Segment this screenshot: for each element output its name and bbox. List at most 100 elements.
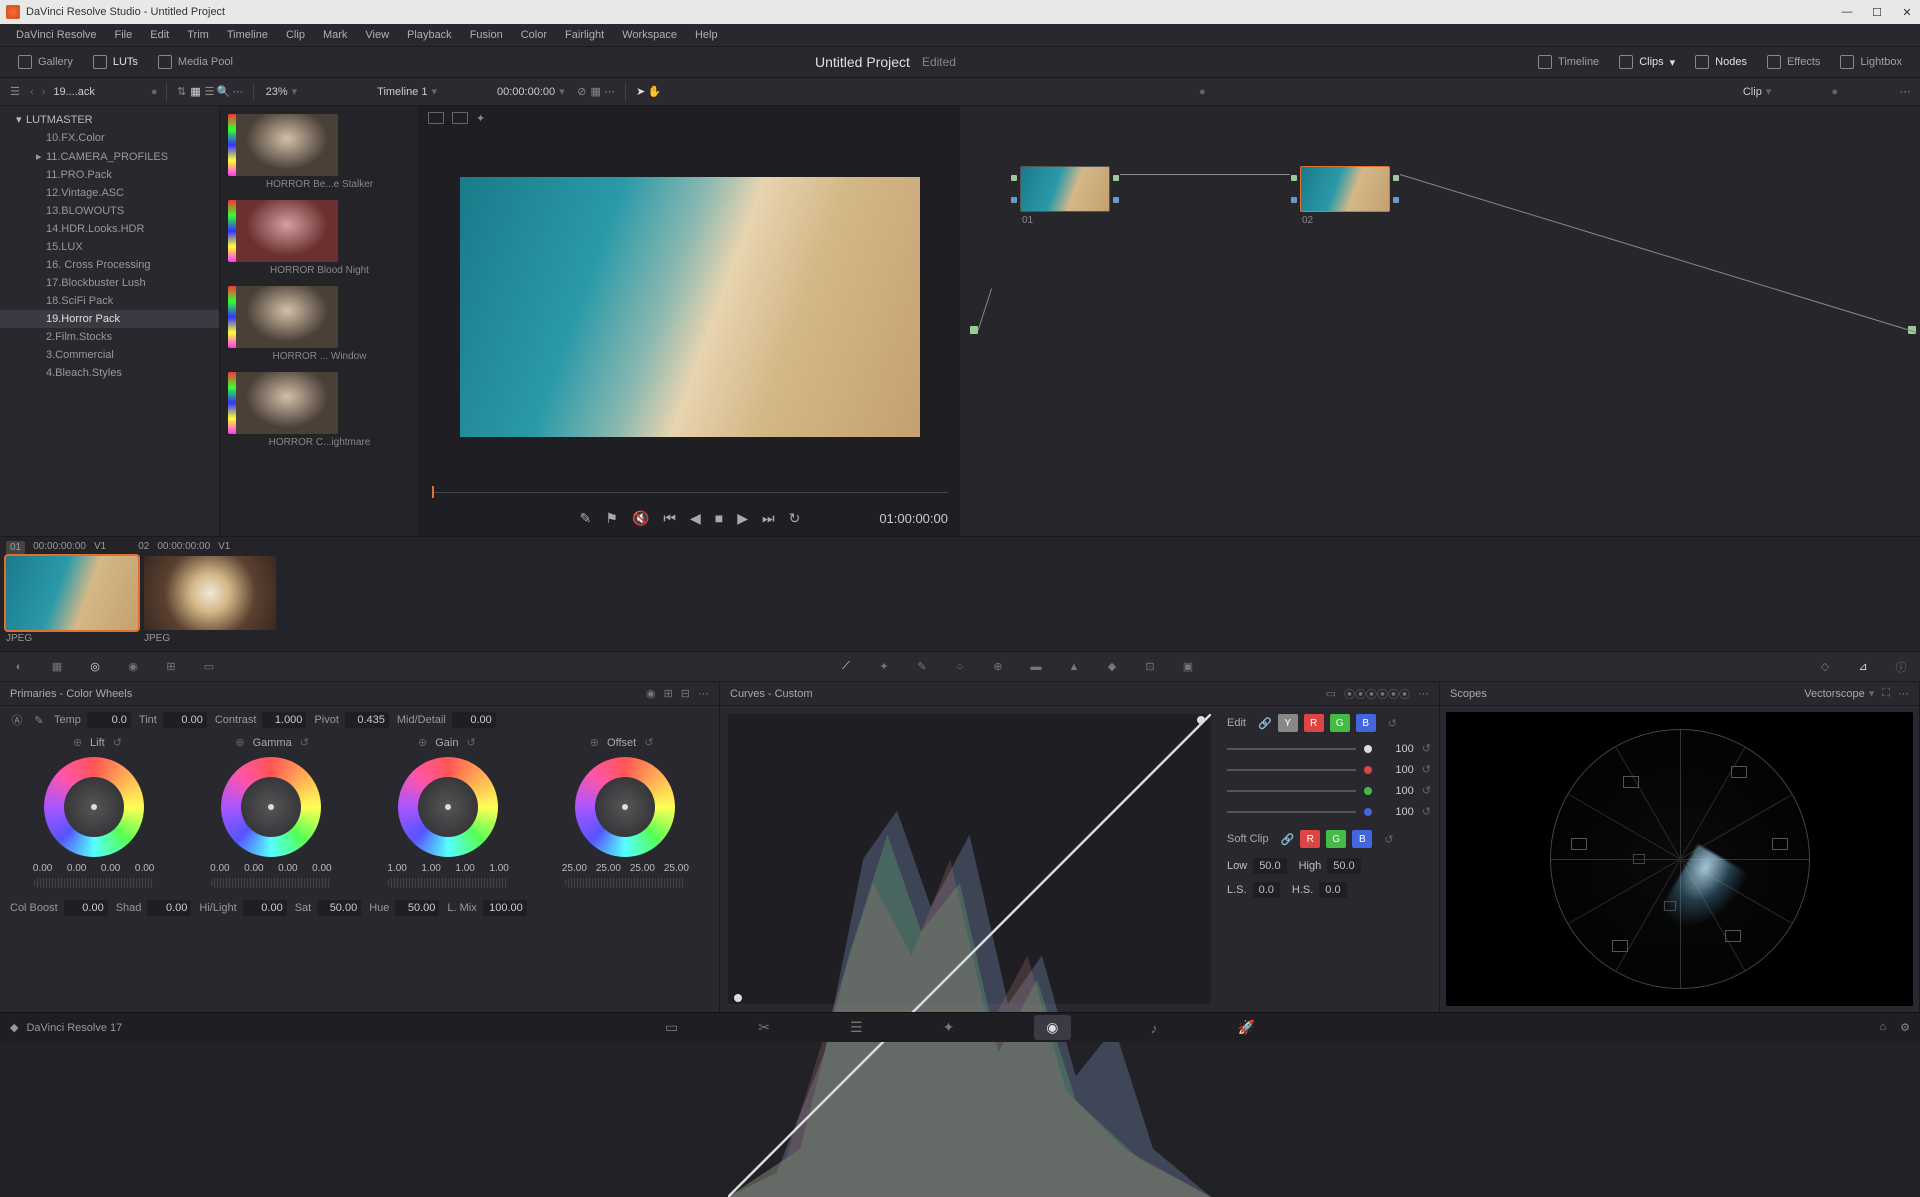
tree-item[interactable]: 11.PRO.Pack (0, 166, 219, 184)
menu-playback[interactable]: Playback (399, 27, 460, 43)
ch-g-button[interactable]: G (1330, 714, 1350, 732)
wheel-picker-icon[interactable]: ⊕ (418, 736, 427, 749)
softclip-hs-input[interactable]: 0.0 (1319, 882, 1346, 898)
scrub-bar[interactable] (432, 484, 948, 500)
primaries-mode3-icon[interactable]: ⊟ (681, 687, 690, 700)
view-rect2-icon[interactable] (452, 112, 468, 124)
menu-help[interactable]: Help (687, 27, 726, 43)
wheel-picker-icon[interactable]: ⊕ (590, 736, 599, 749)
temp-input[interactable]: 0.0 (87, 712, 131, 728)
list-view-icon[interactable]: ☰ (203, 85, 217, 99)
tree-item[interactable]: 18.SciFi Pack (0, 292, 219, 310)
node-01[interactable]: 01 (1020, 166, 1110, 226)
color-match-icon[interactable]: ▦ (48, 658, 66, 676)
wheel-reset-icon[interactable]: ↺ (300, 736, 309, 749)
sc-r-button[interactable]: R (1300, 830, 1320, 848)
tree-item[interactable]: 10.FX.Color (0, 129, 219, 147)
wheel-lift[interactable]: 0.000.000.000.00 (10, 757, 177, 888)
sc-reset-icon[interactable]: ↺ (1384, 833, 1393, 846)
mode-selector[interactable]: Clip (1743, 86, 1762, 98)
step-back-button[interactable]: ◀ (690, 510, 701, 527)
home-icon[interactable]: ⌂ (1879, 1021, 1886, 1034)
node-graph[interactable]: 01 02 (960, 106, 1920, 536)
fusion-page-icon[interactable]: ✦ (943, 1019, 955, 1036)
hand-icon[interactable]: ✋ (648, 85, 662, 99)
qualifier-icon[interactable]: ✎ (913, 658, 931, 676)
effects-button[interactable]: Effects (1757, 51, 1830, 73)
adj-shad-input[interactable]: 0.00 (147, 900, 191, 916)
wheel-reset-icon[interactable]: ↺ (644, 736, 653, 749)
deliver-page-icon[interactable]: 🚀 (1238, 1019, 1255, 1036)
wheel-offset[interactable]: 25.0025.0025.0025.00 (542, 757, 709, 888)
3d-icon[interactable]: ▣ (1179, 658, 1197, 676)
viewer-image[interactable] (460, 177, 920, 437)
minimize-button[interactable]: — (1840, 5, 1854, 19)
curves-dots-icon[interactable]: ⦿⦿⦿⦿⦿⦿ (1344, 686, 1410, 702)
curve-intensity-slider[interactable]: 100↺ (1227, 763, 1431, 776)
tree-item[interactable]: 16. Cross Processing (0, 256, 219, 274)
wheels-icon[interactable]: ◎ (86, 658, 104, 676)
middetail-input[interactable]: 0.00 (452, 712, 496, 728)
timeline-button[interactable]: Timeline (1528, 51, 1609, 73)
softclip-ls-input[interactable]: 0.0 (1253, 882, 1280, 898)
curves-more-icon[interactable]: ⋯ (1418, 687, 1429, 700)
hdr-icon[interactable]: ◉ (124, 658, 142, 676)
cut-page-icon[interactable]: ✂ (758, 1019, 770, 1036)
wheel-gain[interactable]: 1.001.001.001.00 (365, 757, 532, 888)
timeline-selector[interactable]: Timeline 1 (377, 86, 427, 98)
contrast-input[interactable]: 1.000 (262, 712, 306, 728)
curves-mode-icon[interactable]: ▭ (1326, 687, 1336, 700)
tint-input[interactable]: 0.00 (163, 712, 207, 728)
loop-button[interactable]: ↻ (789, 510, 801, 527)
menu-davinciresolve[interactable]: DaVinci Resolve (8, 27, 105, 43)
clip-02[interactable]: JPEG (144, 556, 276, 644)
zoom-level[interactable]: 23% (266, 86, 288, 98)
primaries-more-icon[interactable]: ⋯ (698, 687, 709, 700)
sc-b-button[interactable]: B (1352, 830, 1372, 848)
menu-clip[interactable]: Clip (278, 27, 313, 43)
menu-mark[interactable]: Mark (315, 27, 355, 43)
lut-item[interactable]: HORROR Be...e Stalker (228, 114, 411, 190)
scope-more-icon[interactable]: ⋯ (1898, 687, 1909, 700)
ch-r-button[interactable]: R (1304, 714, 1324, 732)
more3-icon[interactable]: ⋯ (1898, 85, 1912, 99)
timecode[interactable]: 00:00:00:00 (497, 86, 555, 98)
clips-button[interactable]: Clips ▾ (1609, 51, 1685, 73)
prev-clip-button[interactable]: ⏮ (663, 510, 676, 527)
curves-icon[interactable]: ⟋ (837, 658, 855, 676)
tree-item[interactable]: 4.Bleach.Styles (0, 364, 219, 382)
menu-file[interactable]: File (107, 27, 141, 43)
wheel-picker-icon[interactable]: ⊕ (73, 736, 82, 749)
view-rect1-icon[interactable] (428, 112, 444, 124)
wheel-reset-icon[interactable]: ↺ (467, 736, 476, 749)
expand-icon[interactable]: ☰ (8, 85, 22, 99)
rgb-mixer-icon[interactable]: ⊞ (162, 658, 180, 676)
curve-editor[interactable] (728, 714, 1211, 1004)
pointer-icon[interactable]: ➤ (634, 85, 648, 99)
menu-color[interactable]: Color (513, 27, 555, 43)
menu-timeline[interactable]: Timeline (219, 27, 276, 43)
tree-item[interactable]: ▸11.CAMERA_PROFILES (0, 147, 219, 166)
gallery-button[interactable]: Gallery (8, 51, 83, 73)
scope-expand-icon[interactable]: ⛶ (1882, 687, 1890, 700)
sort-icon[interactable]: ⇅ (175, 85, 189, 99)
motion-icon[interactable]: ▭ (200, 658, 218, 676)
sizing-icon[interactable]: ⊡ (1141, 658, 1159, 676)
wheel-picker-icon[interactable]: ⊕ (235, 736, 244, 749)
clip-01[interactable]: JPEG (6, 556, 138, 644)
grid-icon[interactable]: ▦ (589, 85, 603, 99)
settings-icon[interactable]: ⚙ (1900, 1021, 1910, 1034)
grid-view-icon[interactable]: ▦ (189, 85, 203, 99)
more2-icon[interactable]: ⋯ (603, 85, 617, 99)
menu-trim[interactable]: Trim (179, 27, 217, 43)
curve-intensity-slider[interactable]: 100↺ (1227, 742, 1431, 755)
edit-page-icon[interactable]: ☰ (850, 1019, 863, 1036)
lightbox-button[interactable]: Lightbox (1830, 51, 1912, 73)
magic-mask-icon[interactable]: ▬ (1027, 658, 1045, 676)
key-icon[interactable]: ◆ (1103, 658, 1121, 676)
lut-item[interactable]: HORROR ... Window (228, 286, 411, 362)
softclip-high-input[interactable]: 50.0 (1327, 858, 1360, 874)
marker-icon[interactable]: ✎ (580, 510, 592, 527)
window-icon[interactable]: ○ (951, 658, 969, 676)
adj-hilight-input[interactable]: 0.00 (243, 900, 287, 916)
